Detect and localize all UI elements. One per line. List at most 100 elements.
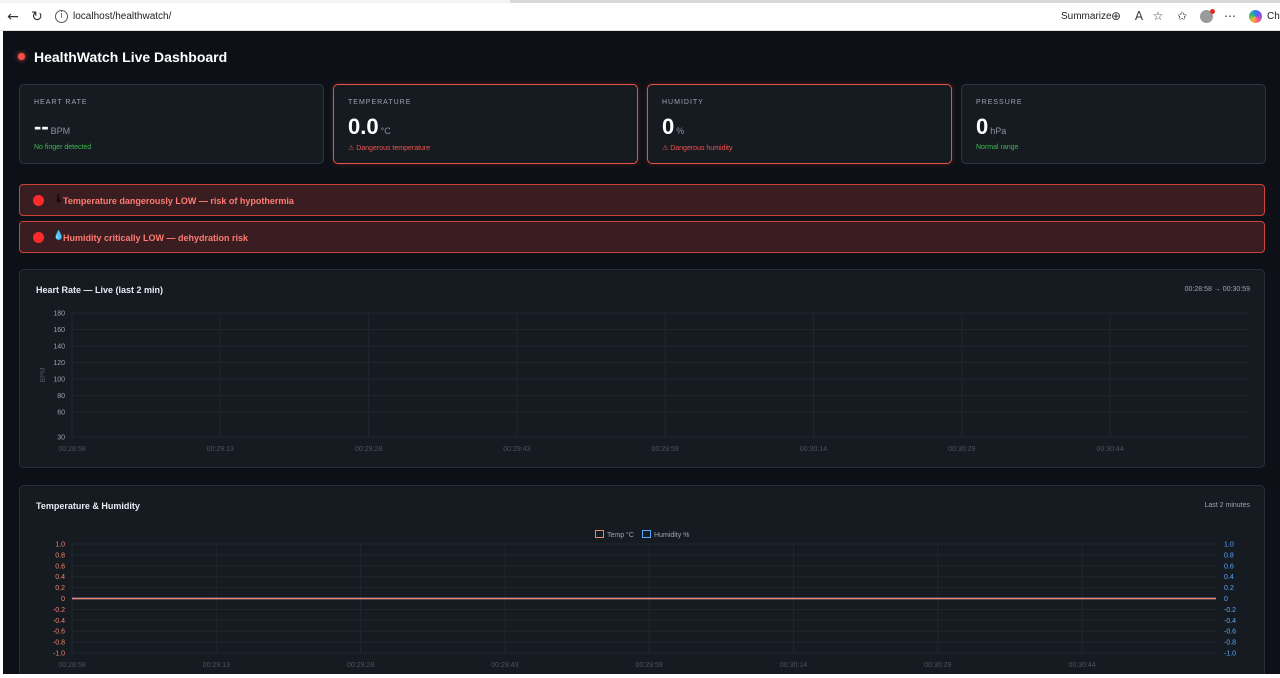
dashboard-app: HealthWatch Live Dashboard HEART RATE --… <box>3 31 1280 674</box>
temp-humidity-chart-panel: Temperature & Humidity Last 2 minutes Te… <box>19 485 1265 674</box>
y-tick-label-right: 0.8 <box>1224 552 1234 559</box>
y-tick-label-right: 0.2 <box>1224 585 1234 592</box>
x-tick-label: 00:30:14 <box>780 662 807 669</box>
copilot-label[interactable]: Cha <box>1267 11 1280 22</box>
card-label: PRESSURE <box>976 99 1023 106</box>
address-bar[interactable] <box>51 6 1051 28</box>
y-tick-label-right: 0 <box>1224 596 1228 603</box>
reload-icon[interactable]: ↻ <box>28 8 46 26</box>
url-text[interactable]: localhost/healthwatch/ <box>73 11 171 22</box>
heart-rate-chart-panel: Heart Rate — Live (last 2 min) 00:28:58 … <box>19 269 1265 468</box>
y-tick-label: 180 <box>53 311 65 318</box>
x-tick-label: 00:30:29 <box>924 662 951 669</box>
card-value: -- BPM <box>34 114 70 140</box>
y-tick-label-right: 0.4 <box>1224 574 1234 581</box>
x-tick-label: 00:29:13 <box>207 446 234 453</box>
y-tick-label: 120 <box>53 360 65 367</box>
heart-rate-card: HEART RATE -- BPM No finger detected <box>19 84 324 164</box>
y-axis-label: BPM <box>40 367 47 382</box>
humidity-value: 0 <box>662 114 675 139</box>
y-tick-label-right: -0.8 <box>1224 640 1236 647</box>
heart-rate-value: -- <box>34 114 49 139</box>
y-tick-label-right: -0.4 <box>1224 618 1236 625</box>
x-tick-label: 00:30:29 <box>948 446 975 453</box>
x-tick-label: 00:29:43 <box>491 662 518 669</box>
browser-toolbar: ← ↻ i localhost/healthwatch/ Summarize ⊕… <box>0 0 1280 31</box>
x-tick-label: 00:29:28 <box>347 662 374 669</box>
y-tick-label-left: -1.0 <box>53 651 65 658</box>
y-tick-label: 80 <box>57 393 65 400</box>
heart-rate-chart[interactable]: 30 60 80 100 120 140 160 180 00:28:58 00:29:13 00:… <box>20 270 1266 469</box>
alert-dot <box>33 195 44 206</box>
y-tick-label-right: 0.6 <box>1224 563 1234 570</box>
y-tick-label-left: 0.4 <box>55 574 65 581</box>
more-options-icon[interactable]: ⋯ <box>1222 9 1238 23</box>
read-aloud-icon[interactable]: A <box>1131 9 1147 23</box>
y-tick-label: 160 <box>53 327 65 334</box>
favorite-star-icon[interactable]: ☆ <box>1150 9 1166 23</box>
alert-text: Temperature dangerously LOW — risk of hy… <box>63 196 294 206</box>
y-tick-label-right: 1.0 <box>1224 542 1234 549</box>
card-status: No finger detected <box>34 144 92 151</box>
x-tick-label: 00:28:58 <box>58 446 85 453</box>
page-title: HealthWatch Live Dashboard <box>34 49 228 65</box>
y-tick-label-left: -0.8 <box>53 640 65 647</box>
y-tick-label: 60 <box>57 410 65 417</box>
card-label: HUMIDITY <box>662 99 704 106</box>
x-tick-label: 00:29:28 <box>355 446 382 453</box>
card-label: TEMPERATURE <box>348 99 412 106</box>
x-tick-label: 00:29:59 <box>636 662 663 669</box>
y-tick-label-left: 0.8 <box>55 552 65 559</box>
x-tick-label: 00:29:13 <box>203 662 230 669</box>
humidity-alert: 💧 Humidity critically LOW — dehydration … <box>19 221 1265 253</box>
y-tick-label: 100 <box>53 377 65 384</box>
temperature-card: TEMPERATURE 0.0 °C ⚠ Dangerous temperatur… <box>333 84 638 164</box>
alert-text: Humidity critically LOW — dehydration ri… <box>63 233 249 243</box>
card-unit: hPa <box>990 126 1007 136</box>
card-status: ⚠ Dangerous humidity <box>662 145 733 152</box>
active-tab[interactable] <box>0 0 510 3</box>
x-tick-label: 00:30:14 <box>800 446 827 453</box>
card-unit: BPM <box>50 126 71 136</box>
x-tick-label: 00:30:44 <box>1096 446 1123 453</box>
pressure-card: PRESSURE 0 hPa Normal range <box>961 84 1266 164</box>
card-label: HEART RATE <box>34 99 88 106</box>
live-indicator-dot <box>18 53 25 60</box>
tab-strip <box>0 0 1280 3</box>
favorites-list-icon[interactable]: ✩ <box>1174 9 1190 23</box>
x-tick-label: 00:29:43 <box>503 446 530 453</box>
y-tick-label-left: 1.0 <box>55 542 65 549</box>
notification-dot <box>1210 9 1215 14</box>
card-status: Normal range <box>976 144 1019 151</box>
y-tick-label-left: 0.6 <box>55 563 65 570</box>
y-tick-label-left: 0 <box>61 596 65 603</box>
summarize-icon[interactable]: ⊕ <box>1108 9 1124 23</box>
y-tick-label-left: 0.2 <box>55 585 65 592</box>
site-info-icon[interactable]: i <box>55 10 68 23</box>
card-unit: % <box>676 126 685 136</box>
x-tick-label: 00:28:58 <box>58 662 85 669</box>
back-arrow-icon[interactable]: ← <box>4 8 22 26</box>
y-tick-label-left: -0.6 <box>53 629 65 636</box>
x-tick-label: 00:29:59 <box>652 446 679 453</box>
y-tick-label: 30 <box>57 435 65 442</box>
card-value: 0 hPa <box>976 114 1006 140</box>
copilot-icon[interactable] <box>1249 10 1262 23</box>
y-tick-label-right: -1.0 <box>1224 651 1236 658</box>
temp-humidity-chart[interactable]: -1.0 -1.0 -0.8 -0.8 -0.6 -0.6 -0.4 -0.4 -0.2 -0.2… <box>20 486 1266 674</box>
card-value: 0.0 °C <box>348 114 391 140</box>
y-tick-label-left: -0.2 <box>53 607 65 614</box>
summarize-button[interactable]: Summarize <box>1061 11 1112 22</box>
pressure-value: 0 <box>976 114 989 139</box>
alert-dot <box>33 232 44 243</box>
humidity-card: HUMIDITY 0% ⚠ Dangerous humidity <box>647 84 952 164</box>
y-tick-label-right: -0.6 <box>1224 629 1236 636</box>
y-tick-label: 140 <box>53 344 65 351</box>
temperature-value: 0.0 <box>348 114 379 139</box>
x-tick-label: 00:30:44 <box>1068 662 1095 669</box>
y-tick-label-left: -0.4 <box>53 618 65 625</box>
card-unit: °C <box>380 126 391 136</box>
card-status: ⚠ Dangerous temperature <box>348 145 431 152</box>
y-tick-label-right: -0.2 <box>1224 607 1236 614</box>
card-value: 0% <box>662 114 684 140</box>
